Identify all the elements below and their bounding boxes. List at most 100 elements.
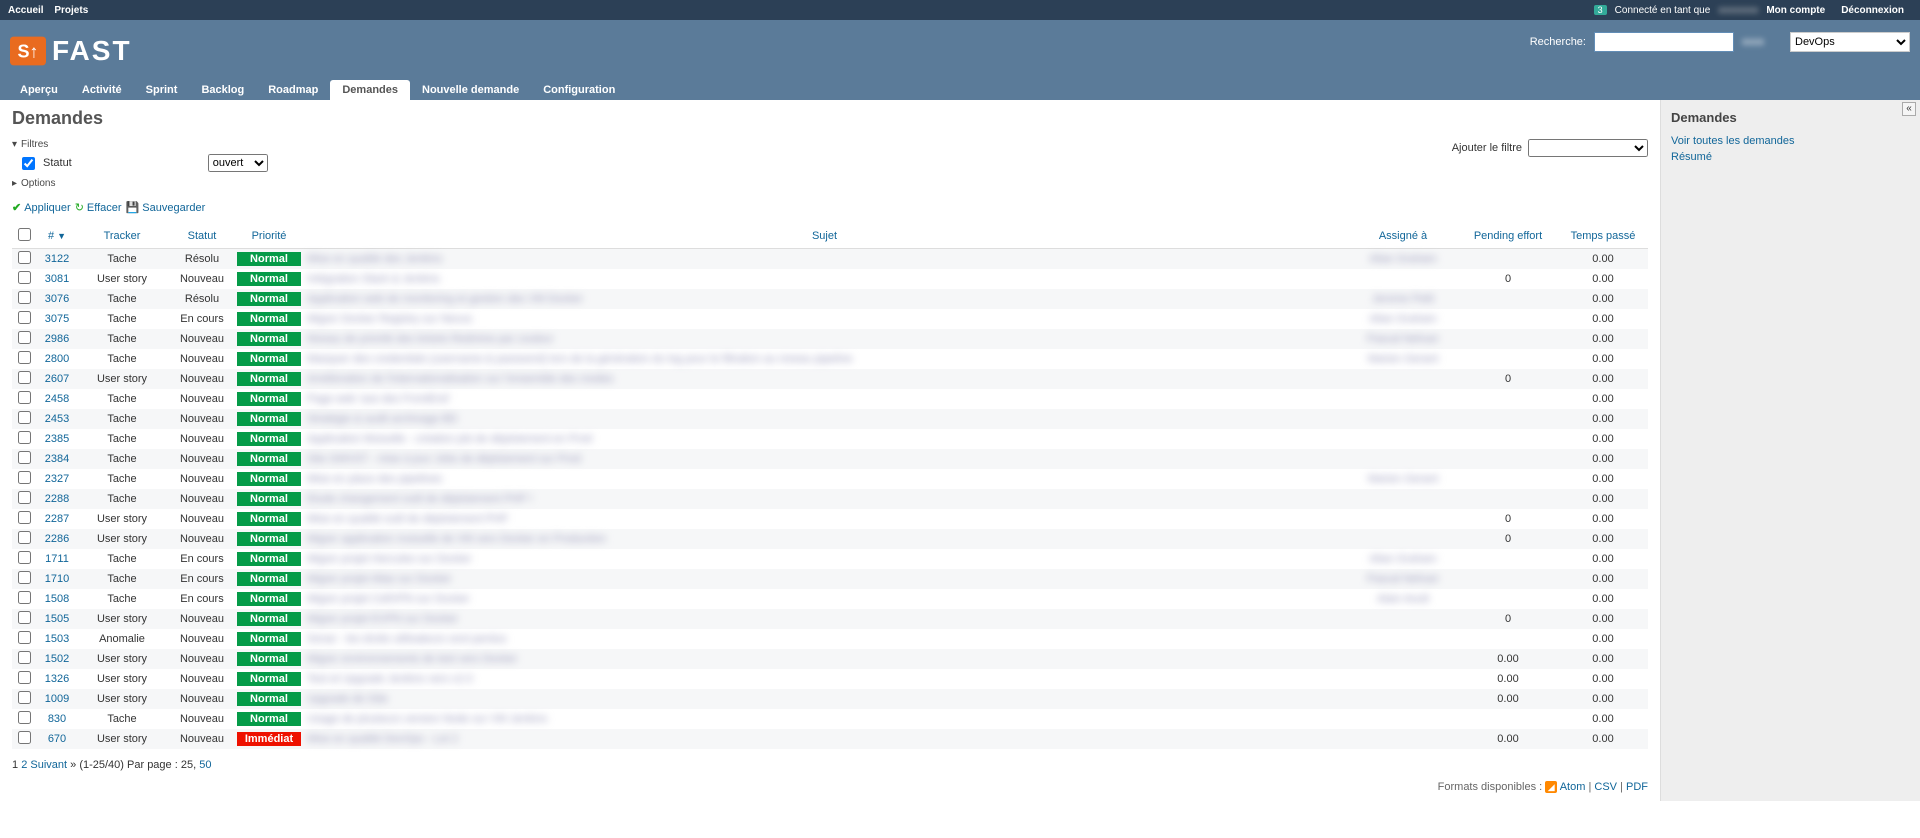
issue-subject-link[interactable]: Usage de plusieurs version Node sur VM J… [307,713,547,725]
issue-subject-link[interactable]: Migrer Docker Registry sur Nexus [307,313,472,325]
save-button[interactable]: 💾Sauvegarder [126,201,206,214]
issue-id-link[interactable]: 2385 [45,433,69,445]
options-legend[interactable]: Options [12,178,1452,189]
issue-id-link[interactable]: 2458 [45,393,69,405]
issue-subject-link[interactable]: Migrer application mutuelle de VM vers D… [307,533,606,545]
col-tracker[interactable]: Tracker [104,230,141,242]
table-row[interactable]: 3122TacheRésoluNormalMise en qualité des… [12,249,1648,270]
table-row[interactable]: 1710TacheEn coursNormalMigrer projet Ali… [12,569,1648,589]
row-checkbox[interactable] [18,691,31,704]
table-row[interactable]: 2385TacheNouveauNormalApplication Mutuel… [12,429,1648,449]
tab-backlog[interactable]: Backlog [189,80,256,100]
table-row[interactable]: 3075TacheEn coursNormalMigrer Docker Reg… [12,309,1648,329]
issue-id-link[interactable]: 3075 [45,313,69,325]
issue-subject-link[interactable]: Mise en qualité des Jenkins [307,253,442,265]
issue-subject-link[interactable]: Upgrade de Gite [307,693,388,705]
table-row[interactable]: 1009User storyNouveauNormalUpgrade de Gi… [12,689,1648,709]
table-row[interactable]: 2384TacheNouveauNormalSite GMVST - mise … [12,449,1648,469]
issue-subject-link[interactable]: Masquer des credentials (username & pass… [307,353,852,365]
issue-subject-link[interactable]: Test et Upgrade Jenkins vers v2.0 [307,673,473,685]
issue-id-link[interactable]: 1710 [45,573,69,585]
tab-configuration[interactable]: Configuration [531,80,627,100]
issue-id-link[interactable]: 2607 [45,373,69,385]
export-atom[interactable]: Atom [1560,781,1586,793]
row-checkbox[interactable] [18,291,31,304]
next-page-link[interactable]: Suivant [30,759,67,771]
issue-id-link[interactable]: 2287 [45,513,69,525]
select-all-checkbox[interactable] [18,228,31,241]
nav-projects[interactable]: Projets [54,5,88,16]
issue-id-link[interactable]: 830 [48,713,66,725]
row-checkbox[interactable] [18,271,31,284]
table-row[interactable]: 1505User storyNouveauNormalMigrer projet… [12,609,1648,629]
table-row[interactable]: 2288TacheNouveauNormalEtude changement o… [12,489,1648,509]
table-row[interactable]: 2458TacheNouveauNormalPage web 'axe des … [12,389,1648,409]
issue-id-link[interactable]: 670 [48,733,66,745]
row-checkbox[interactable] [18,611,31,624]
tab-demandes[interactable]: Demandes [330,80,410,100]
row-checkbox[interactable] [18,431,31,444]
issue-id-link[interactable]: 1502 [45,653,69,665]
clear-button[interactable]: ↻Effacer [75,201,122,214]
row-checkbox[interactable] [18,411,31,424]
issue-subject-link[interactable]: Mise en qualité DevOps - Lot 2 [307,733,458,745]
issue-id-link[interactable]: 1326 [45,673,69,685]
issue-subject-link[interactable]: Migrer projet Hercules sur Docker [307,553,471,565]
table-row[interactable]: 2986TacheNouveauNormalNiveau de priorité… [12,329,1648,349]
apply-button[interactable]: ✔Appliquer [12,201,71,214]
row-checkbox[interactable] [18,591,31,604]
col-status[interactable]: Statut [188,230,217,242]
row-checkbox[interactable] [18,331,31,344]
sidebar-all-issues[interactable]: Voir toutes les demandes [1671,135,1910,147]
sidebar-summary[interactable]: Résumé [1671,151,1910,163]
tab-aperçu[interactable]: Aperçu [8,80,70,100]
issue-subject-link[interactable]: Migrer projet EVPN sur Docker [307,613,458,625]
row-checkbox[interactable] [18,651,31,664]
filter-status-select[interactable]: ouvert [208,154,268,172]
table-row[interactable]: 2453TacheNouveauNormalStratégie & audit … [12,409,1648,429]
row-checkbox[interactable] [18,351,31,364]
export-pdf[interactable]: PDF [1626,781,1648,793]
issue-subject-link[interactable]: Site GMVST - mise à jour Jobs de déploie… [307,453,581,465]
table-row[interactable]: 1711TacheEn coursNormalMigrer projet Her… [12,549,1648,569]
issue-subject-link[interactable]: Page web 'axe des FrontEnd' [307,393,450,405]
row-checkbox[interactable] [18,731,31,744]
table-row[interactable]: 670User storyNouveauImmédiatMise en qual… [12,729,1648,749]
table-row[interactable]: 1508TacheEn coursNormalMigrer projet Cel… [12,589,1648,609]
table-row[interactable]: 830TacheNouveauNormalUsage de plusieurs … [12,709,1648,729]
row-checkbox[interactable] [18,491,31,504]
issue-id-link[interactable]: 2327 [45,473,69,485]
table-row[interactable]: 2287User storyNouveauNormalMise en quali… [12,509,1648,529]
table-row[interactable]: 1503AnomalieNouveauNormalSonar - les dro… [12,629,1648,649]
page-2-link[interactable]: 2 [21,759,27,771]
issue-id-link[interactable]: 2384 [45,453,69,465]
col-subject[interactable]: Sujet [812,230,837,242]
issue-id-link[interactable]: 1009 [45,693,69,705]
tab-roadmap[interactable]: Roadmap [256,80,330,100]
row-checkbox[interactable] [18,451,31,464]
per-page-50-link[interactable]: 50 [199,759,211,771]
issue-subject-link[interactable]: Mise en place des pipelines [307,473,442,485]
table-row[interactable]: 2800TacheNouveauNormalMasquer des creden… [12,349,1648,369]
issue-id-link[interactable]: 1503 [45,633,69,645]
filter-status-checkbox[interactable] [22,157,35,170]
issue-id-link[interactable]: 1508 [45,593,69,605]
table-row[interactable]: 1326User storyNouveauNormalTest et Upgra… [12,669,1648,689]
table-row[interactable]: 1502User storyNouveauNormalMigrer enviro… [12,649,1648,669]
row-checkbox[interactable] [18,551,31,564]
project-select[interactable]: DevOps [1790,32,1910,52]
issue-id-link[interactable]: 2286 [45,533,69,545]
row-checkbox[interactable] [18,371,31,384]
logout-link[interactable]: Déconnexion [1841,5,1904,16]
issue-id-link[interactable]: 2453 [45,413,69,425]
col-id[interactable]: # [48,230,54,242]
issue-subject-link[interactable]: Application Mutuelle - création job de d… [307,433,592,445]
filters-legend[interactable]: Filtres [12,139,1452,150]
issue-id-link[interactable]: 3122 [45,253,69,265]
issue-id-link[interactable]: 3076 [45,293,69,305]
row-checkbox[interactable] [18,711,31,724]
issue-subject-link[interactable]: Intégration Slack & Jenkins [307,273,440,285]
notification-badge[interactable]: 3 [1594,5,1607,15]
issue-subject-link[interactable]: Migrer projet CellVPN sur Docker [307,593,470,605]
row-checkbox[interactable] [18,311,31,324]
